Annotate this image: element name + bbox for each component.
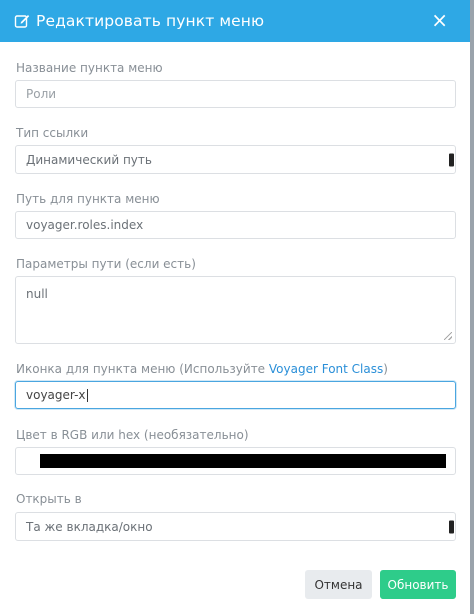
params-value: null bbox=[26, 287, 48, 301]
cancel-button[interactable]: Отмена bbox=[305, 570, 372, 599]
name-placeholder: Роли bbox=[26, 87, 57, 101]
select-arrow-icon bbox=[449, 520, 454, 533]
icon-label: Иконка для пункта меню (Используйте Voya… bbox=[16, 362, 388, 376]
color-swatch bbox=[40, 454, 446, 468]
close-icon[interactable]: × bbox=[431, 10, 448, 30]
link-type-value: Динамический путь bbox=[26, 152, 152, 167]
text-caret bbox=[86, 388, 88, 402]
link-type-label: Тип ссылки bbox=[16, 126, 89, 140]
name-input[interactable]: Роли bbox=[15, 80, 456, 108]
modal-title: Редактировать пункт меню bbox=[36, 12, 265, 30]
resize-handle-icon[interactable] bbox=[444, 332, 452, 340]
edit-menu-item-modal: Редактировать пункт меню × Название пунк… bbox=[0, 0, 474, 614]
target-value: Та же вкладка/окно bbox=[26, 519, 153, 534]
route-label: Путь для пункта меню bbox=[16, 192, 160, 206]
voyager-font-class-link[interactable]: Voyager Font Class bbox=[269, 362, 383, 376]
params-label: Параметры пути (если есть) bbox=[16, 257, 196, 271]
target-select[interactable]: Та же вкладка/окно bbox=[15, 512, 456, 541]
select-arrow-icon bbox=[449, 153, 454, 166]
modal-header: Редактировать пункт меню × bbox=[0, 0, 470, 42]
link-type-select[interactable]: Динамический путь bbox=[15, 145, 456, 174]
color-input[interactable] bbox=[15, 447, 456, 475]
edit-icon bbox=[14, 13, 30, 29]
target-label: Открыть в bbox=[16, 492, 82, 506]
route-input[interactable]: voyager.roles.index bbox=[15, 211, 456, 239]
icon-input[interactable]: voyager-x bbox=[15, 381, 456, 409]
icon-value: voyager-x bbox=[26, 388, 86, 402]
params-textarea[interactable]: null bbox=[15, 276, 456, 344]
route-value: voyager.roles.index bbox=[26, 218, 144, 232]
save-button[interactable]: Обновить bbox=[380, 570, 456, 599]
color-label: Цвет в RGB или hex (необязательно) bbox=[16, 428, 249, 442]
name-label: Название пункта меню bbox=[16, 61, 163, 75]
